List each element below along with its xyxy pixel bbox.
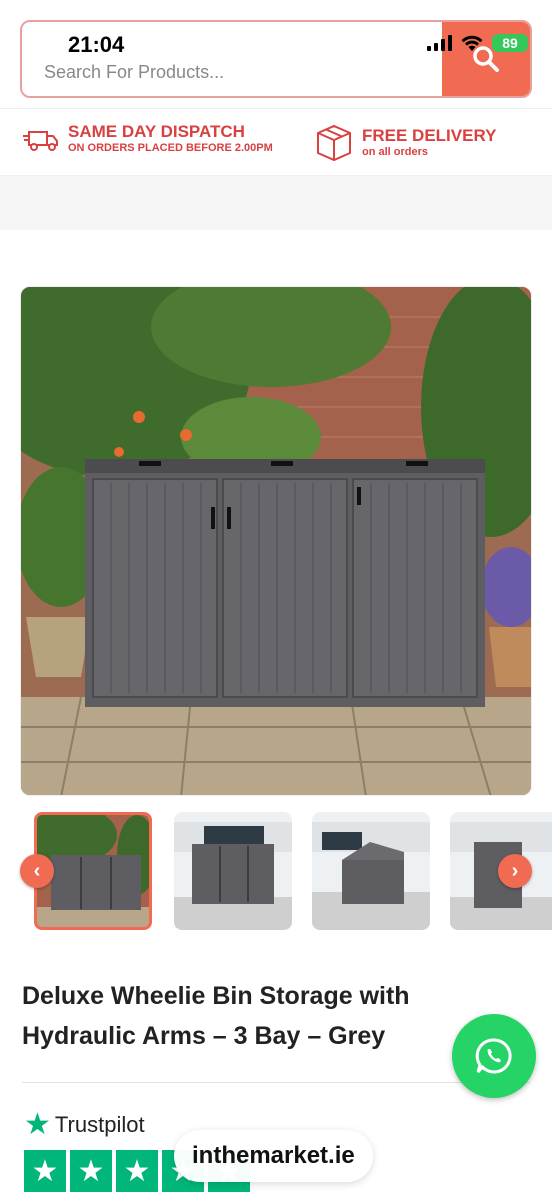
- package-box-icon: [317, 124, 351, 162]
- thumbnail-2[interactable]: [174, 812, 292, 930]
- promo-delivery: FREE DELIVERY on all orders: [314, 123, 496, 163]
- thumbnail-3[interactable]: [312, 812, 430, 930]
- dispatch-title: SAME DAY DISPATCH: [68, 122, 245, 141]
- star-icon: ★: [70, 1150, 112, 1192]
- delivery-truck-icon: [23, 131, 58, 151]
- delivery-title: FREE DELIVERY: [362, 126, 497, 145]
- product-photo: [21, 287, 531, 795]
- trustpilot-star-icon: ★: [24, 1108, 51, 1141]
- thumbnail-strip: ‹ ›: [0, 810, 552, 934]
- whatsapp-button[interactable]: [452, 1014, 536, 1098]
- divider: [22, 1082, 530, 1083]
- trustpilot-logo: ★ Trustpilot: [24, 1110, 145, 1140]
- trustpilot-label: Trustpilot: [54, 1112, 145, 1137]
- delivery-subtitle: on all orders: [362, 146, 429, 158]
- battery-icon: 89: [492, 34, 528, 52]
- promo-bar: SAME DAY DISPATCH ON ORDERS PLACED BEFOR…: [0, 108, 552, 176]
- gallery-next-button[interactable]: ›: [498, 854, 532, 888]
- star-icon: ★: [24, 1150, 66, 1192]
- whatsapp-icon: [475, 1038, 512, 1074]
- promo-dispatch: SAME DAY DISPATCH ON ORDERS PLACED BEFOR…: [22, 123, 273, 155]
- signal-icon: [427, 35, 452, 51]
- wifi-icon: [461, 35, 483, 51]
- dispatch-subtitle: ON ORDERS PLACED BEFORE 2.00PM: [68, 142, 273, 154]
- star-icon: ★: [116, 1150, 158, 1192]
- spacer-band: [0, 176, 552, 230]
- site-url-badge[interactable]: inthemarket.ie: [174, 1130, 373, 1182]
- gallery-prev-button[interactable]: ‹: [20, 854, 54, 888]
- main-product-image[interactable]: [20, 286, 532, 796]
- product-title: Deluxe Wheelie Bin Storage with Hydrauli…: [22, 982, 410, 1050]
- status-time: 21:04: [68, 32, 125, 57]
- status-icons: 89: [427, 34, 528, 52]
